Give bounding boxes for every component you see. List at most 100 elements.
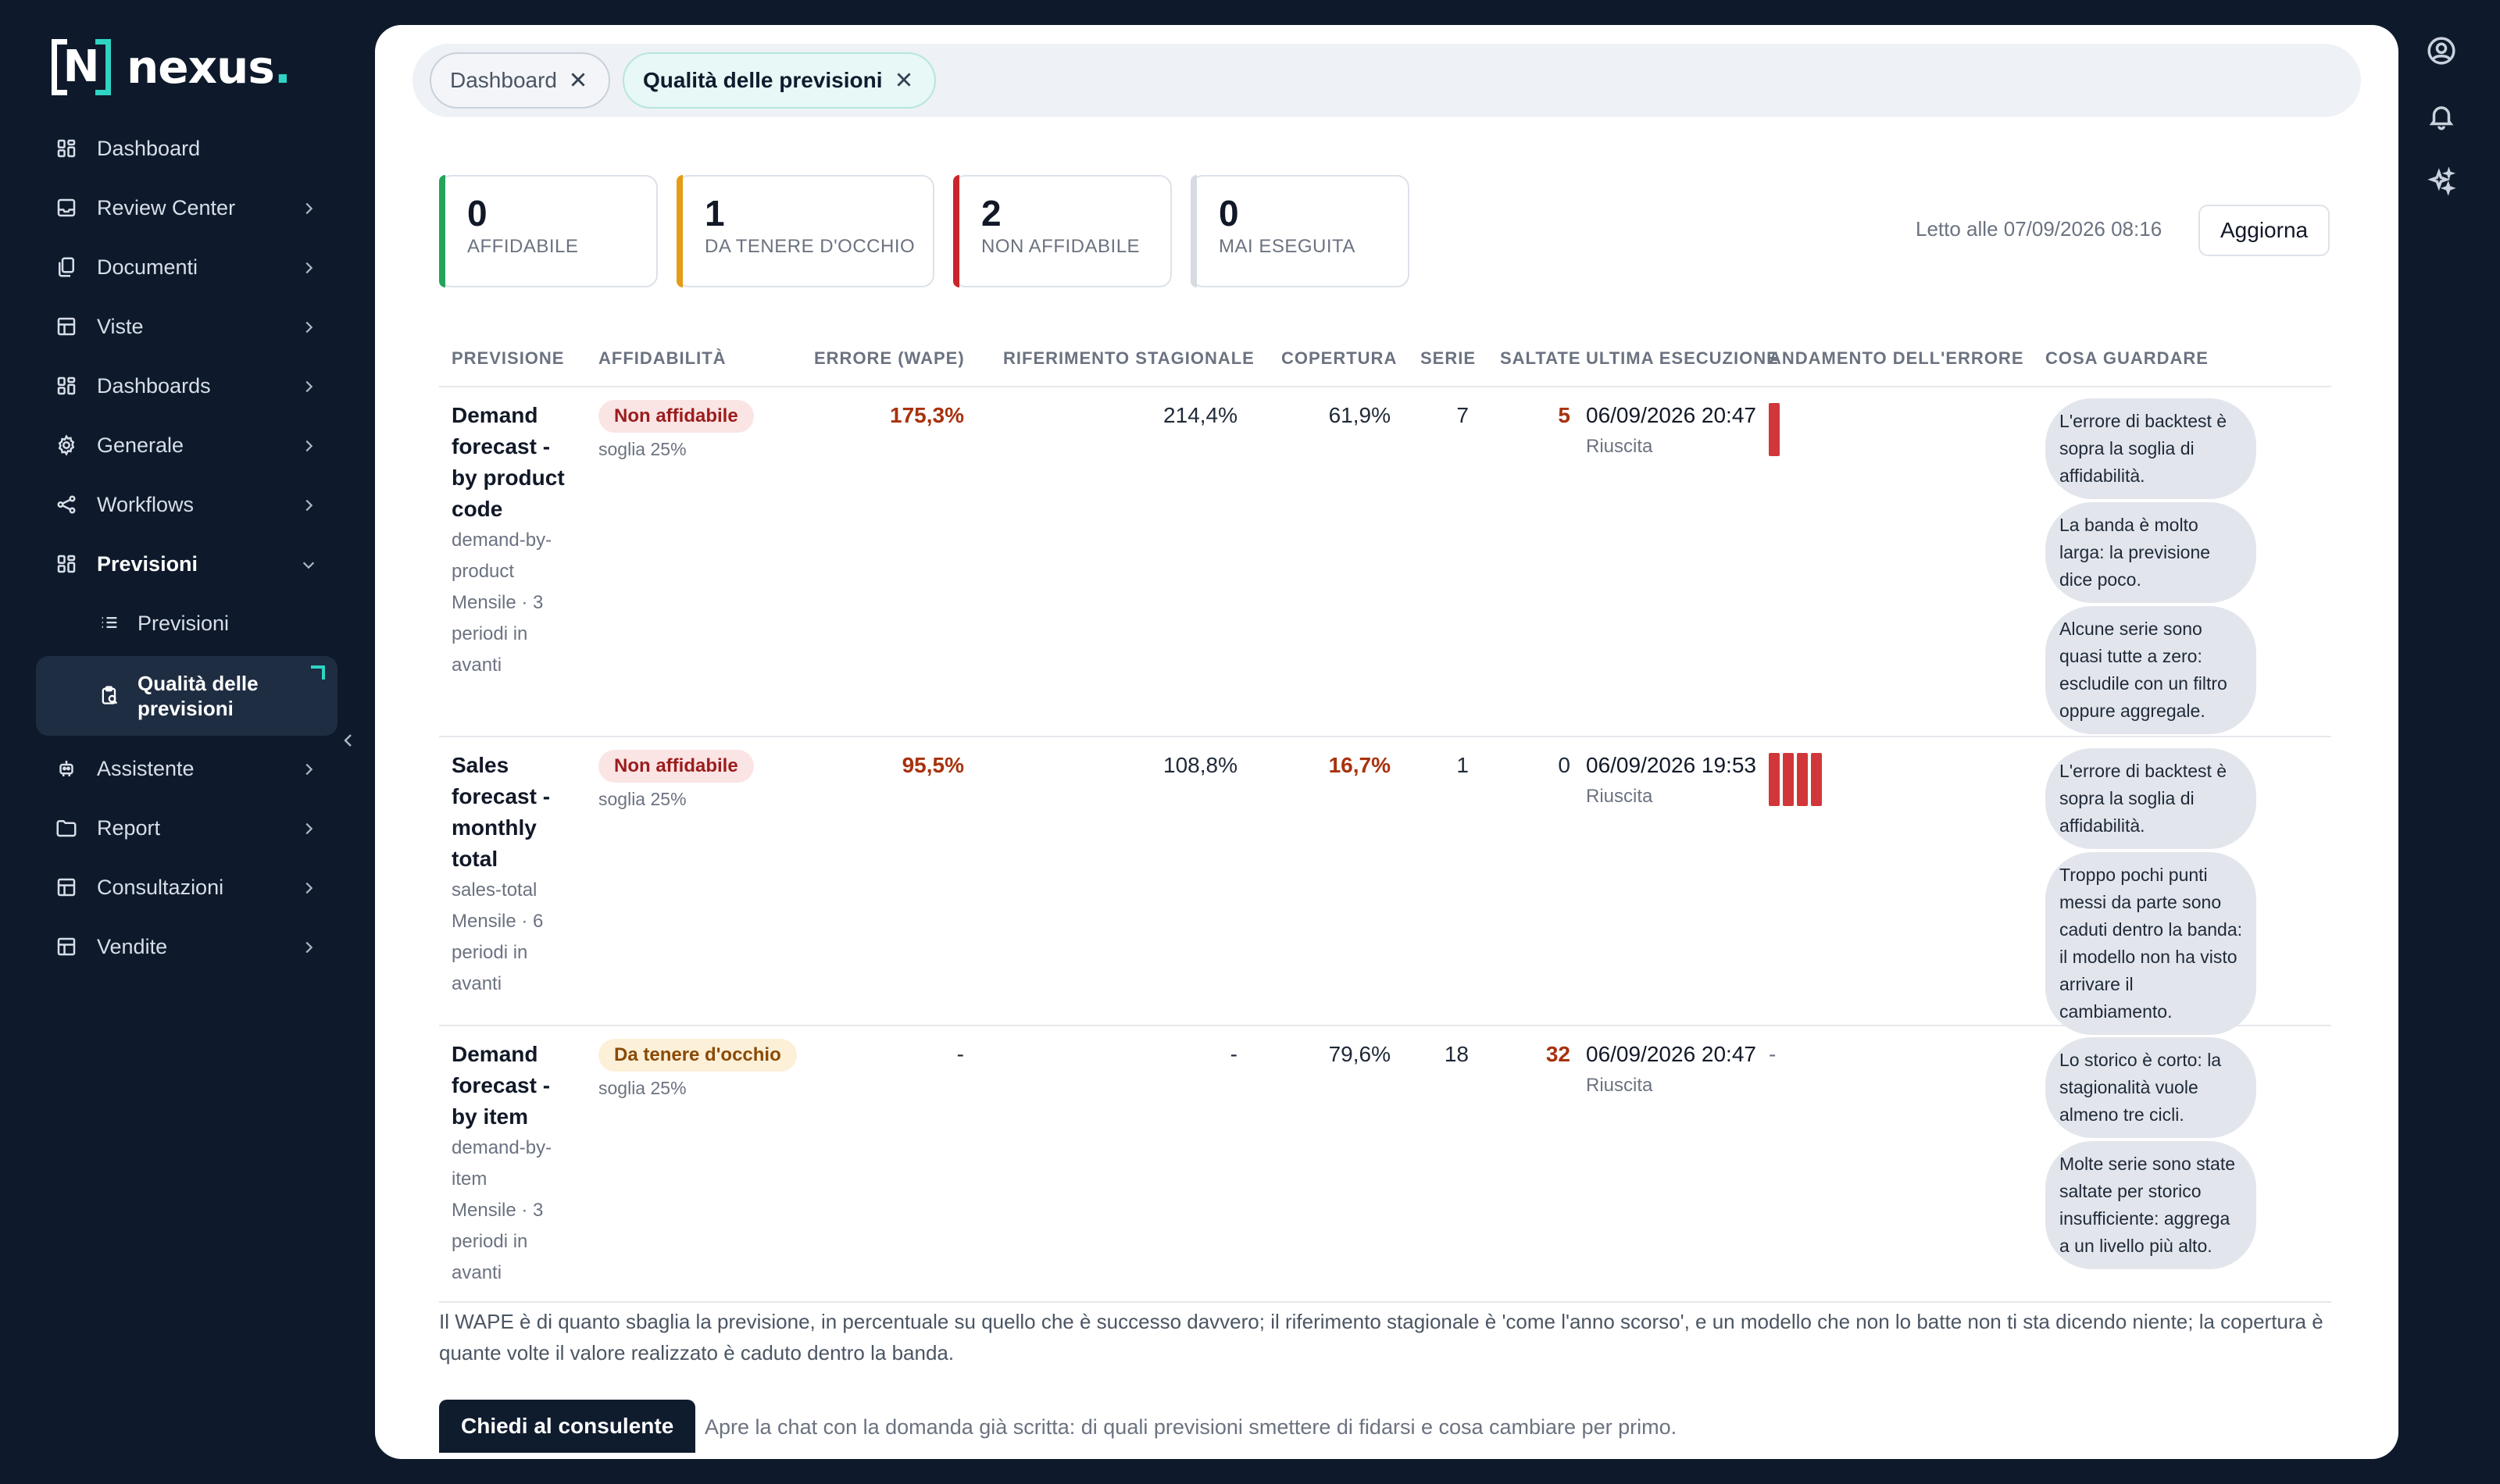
sidebar-item-report[interactable]: Report xyxy=(36,798,338,858)
seasonal-reference-value: - xyxy=(1230,1042,1238,1066)
column-header[interactable]: SERIE xyxy=(1420,348,1476,369)
sidebar-subitem-previsioni[interactable]: Previsioni xyxy=(36,594,338,653)
grid-icon xyxy=(53,373,80,399)
sidebar-item-workflows[interactable]: Workflows xyxy=(36,475,338,534)
sidebar-item-review-center[interactable]: Review Center xyxy=(36,178,338,237)
last-run-time: 06/09/2026 19:53 xyxy=(1586,753,1756,777)
kpi-never-run[interactable]: 0 MAI ESEGUITA xyxy=(1191,175,1409,287)
trend-bar xyxy=(1783,753,1794,806)
advice-note: Troppo pochi punti messi da parte sono c… xyxy=(2045,852,2256,1035)
main-panel: Dashboard Qualità delle previsioni 0 AFF… xyxy=(375,25,2398,1459)
kpi-label: NON AFFIDABILE xyxy=(981,236,1141,257)
sidebar-subitem-qualita-delle-previsioni[interactable]: Qualità delle previsioni xyxy=(36,656,338,736)
inbox-icon xyxy=(53,194,80,221)
close-icon[interactable] xyxy=(894,70,916,91)
table-row[interactable]: Demand forecast - by product code demand-… xyxy=(439,387,2331,737)
ask-consultant-button[interactable]: Chiedi al consulente xyxy=(439,1400,696,1453)
column-header[interactable]: COPERTURA xyxy=(1281,348,1397,369)
forecast-name[interactable]: Demand forecast - by item xyxy=(452,1039,577,1133)
sidebar-item-label: Review Center xyxy=(97,195,236,219)
sidebar-item-viste[interactable]: Viste xyxy=(36,297,338,356)
sidebar-item-documenti[interactable]: Documenti xyxy=(36,237,338,297)
forecast-slug: demand-by-product xyxy=(452,530,552,582)
documents-icon xyxy=(53,254,80,280)
grid-icon xyxy=(53,551,80,577)
sidebar-item-generale[interactable]: Generale xyxy=(36,416,338,475)
advice-notes: Lo storico è corto: la stagionalità vuol… xyxy=(2045,1037,2256,1272)
close-icon[interactable] xyxy=(568,70,590,91)
chevron-right-icon xyxy=(305,321,313,334)
kpi-label: AFFIDABILE xyxy=(467,236,579,257)
chevron-right-icon xyxy=(300,317,317,334)
collapse-sidebar-button[interactable] xyxy=(339,731,361,753)
table-row[interactable]: Demand forecast - by item demand-by-item M… xyxy=(439,1026,2331,1303)
sidebar-item-label: Workflows xyxy=(97,492,195,516)
sidebar: N nexus. Dashboard Review Center Documenti… xyxy=(0,0,367,1484)
trend-bar xyxy=(1769,403,1780,456)
advice-note: Molte serie sono state saltate per stori… xyxy=(2045,1141,2256,1269)
chevron-right-icon xyxy=(300,878,317,895)
gear-icon xyxy=(53,432,80,458)
wape-value: - xyxy=(956,1042,964,1066)
sidebar-item-dashboard[interactable]: Dashboard xyxy=(36,119,338,178)
wape-explanation: Il WAPE è di quanto sbaglia la prevision… xyxy=(439,1310,2323,1364)
bell-icon[interactable] xyxy=(2422,97,2461,136)
kpi-reliable[interactable]: 0 AFFIDABILE xyxy=(439,175,658,287)
column-header[interactable]: ANDAMENTO DELL'ERRORE xyxy=(1769,348,2024,369)
error-trend-empty: - xyxy=(1769,1042,1777,1066)
list-icon xyxy=(98,612,122,635)
sidebar-item-dashboards[interactable]: Dashboards xyxy=(36,356,338,416)
forecast-meta: Mensile · 3 periodi in avanti xyxy=(452,592,544,676)
series-count: 1 xyxy=(1456,753,1469,777)
logo-text: nexus. xyxy=(127,41,291,94)
kpi-watch[interactable]: 1 DA TENERE D'OCCHIO xyxy=(677,175,934,287)
chevron-right-icon xyxy=(305,941,313,954)
tab-label: Dashboard xyxy=(450,68,557,92)
coverage-value: 16,7% xyxy=(1328,753,1391,777)
tab-dashboard[interactable]: Dashboard xyxy=(430,52,610,109)
logo[interactable]: N nexus. xyxy=(52,36,291,98)
sidebar-item-label: Consultazioni xyxy=(97,875,224,899)
column-header[interactable]: ULTIMA ESECUZIONE xyxy=(1586,348,1779,369)
column-header[interactable]: SALTATE xyxy=(1500,348,1581,369)
sparkles-icon[interactable] xyxy=(2422,162,2461,202)
column-header[interactable]: AFFIDABILITÀ xyxy=(598,348,727,369)
chevron-right-icon xyxy=(305,262,313,274)
forecast-name[interactable]: Demand forecast - by product code xyxy=(452,400,577,525)
skipped-count: 32 xyxy=(1545,1042,1570,1066)
read-at-timestamp: Letto alle 07/09/2026 08:16 xyxy=(1916,217,2162,241)
user-circle-icon[interactable] xyxy=(2422,31,2461,70)
column-header[interactable]: RIFERIMENTO STAGIONALE xyxy=(1003,348,1255,369)
run-status: Riuscita xyxy=(1586,436,1653,457)
seasonal-reference-value: 108,8% xyxy=(1163,753,1238,777)
forecast-name[interactable]: Sales forecast - monthly total xyxy=(452,750,577,875)
chevron-right-icon xyxy=(305,822,313,835)
sidebar-item-label: Documenti xyxy=(97,255,198,279)
kpi-accent xyxy=(677,175,683,287)
tab-forecast-quality[interactable]: Qualità delle previsioni xyxy=(622,52,936,109)
chevron-right-icon xyxy=(305,882,313,894)
sidebar-item-assistente[interactable]: Assistente xyxy=(36,739,338,798)
column-header[interactable]: PREVISIONE xyxy=(452,348,564,369)
skipped-count: 5 xyxy=(1558,403,1570,427)
sidebar-item-vendite[interactable]: Vendite xyxy=(36,917,338,976)
coverage-value: 79,6% xyxy=(1328,1042,1391,1066)
chevron-down-icon xyxy=(302,562,315,569)
tab-label: Qualità delle previsioni xyxy=(642,68,883,92)
logo-mark: N xyxy=(52,37,111,97)
refresh-button[interactable]: Aggiorna xyxy=(2198,205,2330,256)
reliability-badge: Non affidabile xyxy=(598,750,754,783)
kpi-unreliable[interactable]: 2 NON AFFIDABILE xyxy=(953,175,1172,287)
advice-notes: L'errore di backtest è sopra la soglia d… xyxy=(2045,398,2256,737)
series-count: 7 xyxy=(1456,403,1469,427)
sidebar-item-previsioni[interactable]: Previsioni xyxy=(36,534,338,594)
sidebar-item-consultazioni[interactable]: Consultazioni xyxy=(36,858,338,917)
active-indicator xyxy=(311,665,325,680)
column-header[interactable]: ERRORE (WAPE) xyxy=(814,348,965,369)
sidebar-item-label: Assistente xyxy=(97,756,195,780)
column-header[interactable]: COSA GUARDARE xyxy=(2045,348,2209,369)
kpi-value: 0 xyxy=(1219,193,1239,234)
sidebar-item-label: Report xyxy=(97,815,161,840)
trend-bar xyxy=(1769,753,1780,806)
table-row[interactable]: Sales forecast - monthly total sales-tota… xyxy=(439,737,2331,1035)
